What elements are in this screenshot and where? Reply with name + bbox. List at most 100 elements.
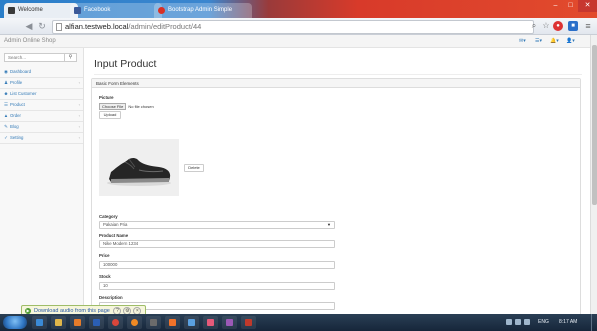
- taskbar-app[interactable]: [89, 316, 104, 329]
- category-select[interactable]: Pakaian Pria ▼: [99, 221, 335, 229]
- terminal-icon: [188, 319, 195, 326]
- sidebar-item-label: Product: [10, 102, 25, 107]
- users-icon: ☻: [3, 91, 9, 96]
- sidebar-item-profile[interactable]: ♟ Profile ‹: [0, 78, 83, 89]
- delete-image-button[interactable]: Delete: [184, 164, 204, 172]
- bell-icon[interactable]: ☰▾: [535, 36, 542, 46]
- cart-icon: ▲: [3, 113, 9, 118]
- page-icon: [56, 23, 62, 31]
- taskbar-app[interactable]: [165, 316, 180, 329]
- taskbar-app[interactable]: [241, 316, 256, 329]
- browser-tab-bootstrap-admin[interactable]: Bootstrap Admin Simple: [154, 3, 252, 18]
- choose-file-button[interactable]: Choose File: [99, 103, 127, 110]
- taskbar-app[interactable]: [203, 316, 218, 329]
- dropdown-caret-icon: ▼: [327, 222, 331, 227]
- taskbar-app[interactable]: [222, 316, 237, 329]
- browser-menu-icon[interactable]: ≡: [583, 21, 593, 31]
- tab-title: Welcome: [18, 7, 43, 13]
- chevron-icon: ‹: [78, 124, 80, 129]
- browser-address-bar: ◀ ↻ alfian.testweb.local/admin/editProdu…: [0, 18, 597, 35]
- price-label: Price: [99, 253, 110, 258]
- taskbar-app[interactable]: [70, 316, 85, 329]
- page-favicon-icon: [8, 7, 15, 14]
- sidebar-item-order[interactable]: ▲ Order ‹: [0, 111, 83, 122]
- product-image: [99, 139, 179, 196]
- tab-title: Facebook: [84, 7, 111, 13]
- tray-flag-icon[interactable]: [506, 319, 512, 325]
- app-icon: [226, 319, 233, 326]
- minimize-window-button[interactable]: –: [548, 0, 563, 12]
- url-path: /admin/editProduct/44: [128, 22, 202, 31]
- maximize-window-button[interactable]: □: [563, 0, 578, 12]
- url-host: alfian.testweb.local: [65, 22, 129, 31]
- description-label: Description: [99, 295, 123, 300]
- taskbar-app[interactable]: [146, 316, 161, 329]
- sidebar-item-product[interactable]: ☰ Product ‹: [0, 100, 83, 111]
- tray-network-icon[interactable]: [515, 319, 521, 325]
- search-icon[interactable]: ⌕: [529, 21, 539, 31]
- stock-input[interactable]: 10: [99, 282, 335, 290]
- extension-icon[interactable]: ■: [568, 21, 578, 31]
- stock-label: Stock: [99, 274, 111, 279]
- taskbar-app[interactable]: [127, 316, 142, 329]
- browser-tab-facebook[interactable]: Facebook: [70, 3, 162, 18]
- product-name-input[interactable]: Nike Modern 1234: [99, 240, 335, 248]
- page-scrollbar[interactable]: [590, 35, 597, 314]
- user-icon[interactable]: 👤▾: [566, 36, 575, 46]
- sidebar-item-setting[interactable]: ✓ Setting ‹: [0, 133, 83, 144]
- scrollbar-thumb[interactable]: [592, 45, 597, 205]
- divider: [94, 74, 582, 75]
- clock[interactable]: 8:17 AM: [559, 318, 577, 326]
- envelope-icon[interactable]: ✉▾: [519, 36, 526, 46]
- reload-icon[interactable]: ↻: [37, 21, 47, 31]
- sidebar-search: ⚲: [4, 53, 77, 62]
- chrome-icon: [112, 319, 119, 326]
- taskbar-app[interactable]: [184, 316, 199, 329]
- main-content: Input Product Basic Form Elements Pictur…: [84, 48, 590, 323]
- windows-taskbar: ENG 8:17 AM: [0, 314, 597, 331]
- file-input[interactable]: Choose File No file chosen: [99, 103, 154, 110]
- sidebar-item-list-customer[interactable]: ☻ List Customer: [0, 89, 83, 100]
- taskbar-app[interactable]: [51, 316, 66, 329]
- word-icon: [93, 319, 100, 326]
- close-window-button[interactable]: ✕: [578, 0, 597, 12]
- tray-volume-icon[interactable]: [524, 319, 530, 325]
- language-indicator[interactable]: ENG: [538, 318, 549, 326]
- sidebar-item-blog[interactable]: ✎ Blog ‹: [0, 122, 83, 133]
- dashboard-icon: ◉: [4, 69, 8, 74]
- upload-button[interactable]: Upload: [99, 111, 121, 119]
- url-field[interactable]: alfian.testweb.local/admin/editProduct/4…: [52, 20, 534, 34]
- chevron-icon: ‹: [78, 102, 80, 107]
- chevron-icon: ‹: [78, 135, 80, 140]
- extension-icon[interactable]: ●: [553, 21, 563, 31]
- price-input[interactable]: 100000: [99, 261, 335, 269]
- firefox-icon: [131, 319, 138, 326]
- sublime-icon: [150, 319, 157, 326]
- picture-label: Picture: [99, 95, 114, 100]
- wrench-icon: ✓: [4, 135, 8, 140]
- search-icon[interactable]: ⚲: [64, 54, 76, 61]
- search-input[interactable]: [5, 54, 66, 61]
- show-desktop-button[interactable]: [591, 314, 597, 331]
- sidebar-item-label: Blog: [10, 124, 19, 129]
- tab-title: Bootstrap Admin Simple: [168, 7, 233, 13]
- chevron-icon: ‹: [78, 80, 80, 85]
- start-button[interactable]: [3, 316, 27, 329]
- alert-icon[interactable]: 🔔▾: [550, 36, 559, 46]
- user-icon: ♟: [3, 80, 9, 85]
- chevron-icon: ‹: [78, 113, 80, 118]
- taskbar-app[interactable]: [108, 316, 123, 329]
- sidebar-item-label: Profile: [10, 80, 23, 85]
- browser-tab-welcome[interactable]: Welcome: [4, 3, 78, 18]
- bookmark-star-icon[interactable]: ☆: [541, 21, 551, 31]
- no-file-text: No file chosen: [128, 104, 154, 109]
- sidebar-item-dashboard[interactable]: ◉ Dashboard: [0, 67, 83, 78]
- taskbar-app[interactable]: [32, 316, 47, 329]
- app-brand[interactable]: Admin Online Shop: [4, 35, 56, 47]
- sidebar-item-label: Dashboard: [10, 69, 32, 74]
- category-selected-value: Pakaian Pria: [103, 222, 128, 227]
- product-name-label: Product Name: [99, 233, 129, 238]
- paint-icon: [207, 319, 214, 326]
- back-icon[interactable]: ◀: [24, 21, 34, 31]
- page-title: Input Product: [94, 58, 157, 70]
